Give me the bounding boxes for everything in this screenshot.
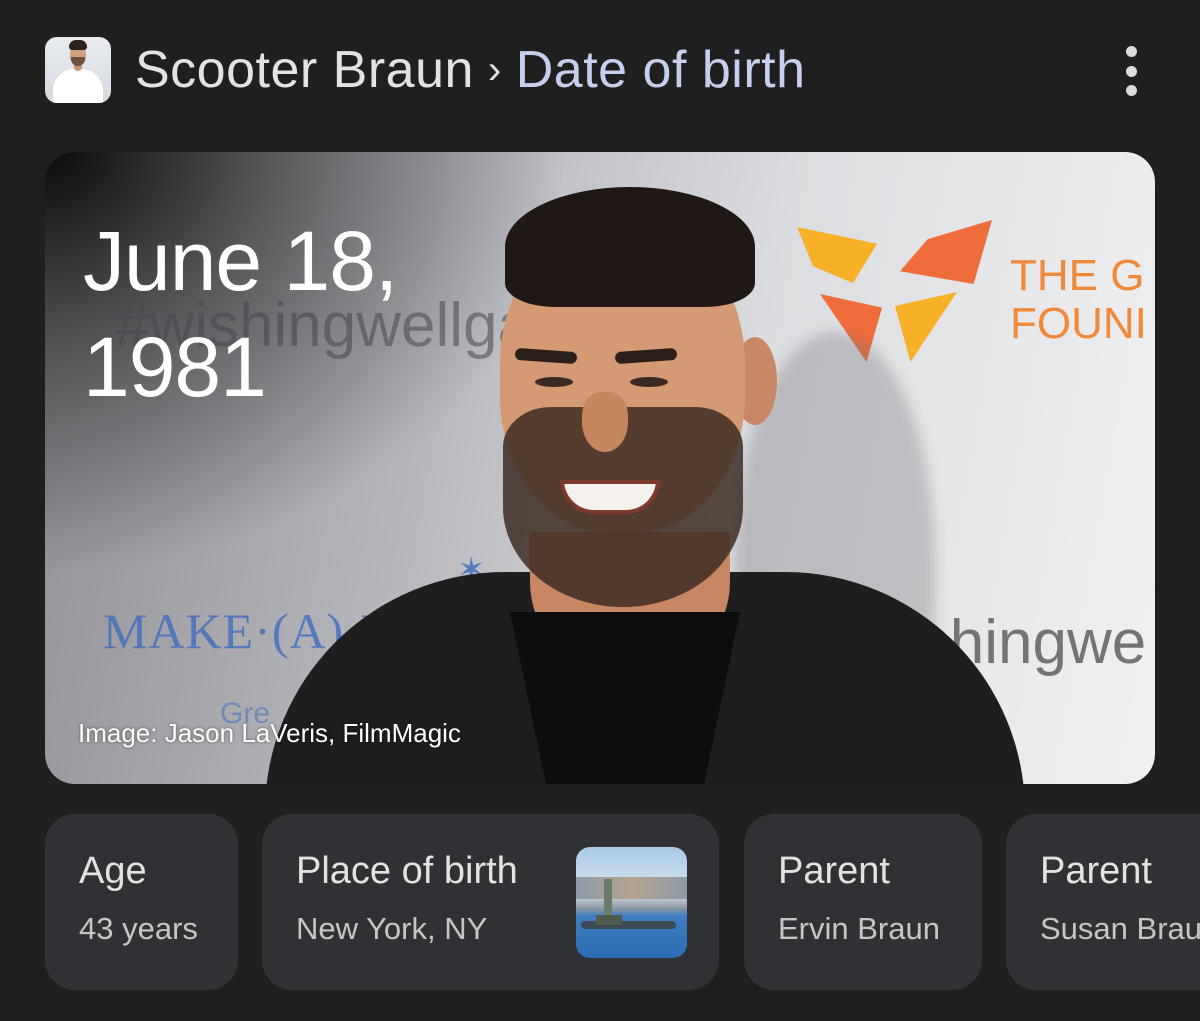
chip-value: Ervin Braun: [778, 911, 940, 946]
person-shirt: [510, 612, 740, 784]
logo-line: THE G: [1010, 251, 1145, 300]
menu-dot: [1125, 85, 1137, 96]
chip-label: Parent: [778, 850, 890, 892]
logo-line: FOUNI: [1010, 299, 1147, 348]
butterfly-logo-wing: [797, 227, 877, 283]
knowledge-header: Scooter Braun › Date of birth: [45, 36, 1170, 104]
person-hair: [505, 187, 755, 307]
entity-name-link[interactable]: Scooter Braun: [135, 41, 474, 99]
chip-parent-ervin[interactable]: Parent Ervin Braun: [744, 814, 982, 990]
avatar-torso: [53, 69, 103, 103]
butterfly-logo-wing: [895, 292, 957, 362]
person-eye: [535, 377, 573, 387]
birth-date-answer: June 18, 1981: [83, 208, 503, 420]
butterfly-logo-wing: [900, 220, 992, 284]
entity-avatar[interactable]: [45, 37, 111, 103]
menu-dot: [1125, 65, 1137, 77]
avatar-beard: [71, 57, 85, 66]
page-title: Scooter Braun › Date of birth: [135, 40, 806, 100]
breadcrumb-separator: ›: [487, 48, 502, 92]
chip-label: Parent: [1040, 850, 1152, 892]
birth-year-line: 1981: [83, 320, 267, 414]
attribute-name: Date of birth: [515, 41, 806, 99]
skyline: [576, 877, 687, 899]
chip-value: 43 years: [79, 911, 198, 946]
person-nose: [582, 392, 628, 452]
new-york-thumbnail: [576, 847, 687, 958]
person-eye: [630, 377, 668, 387]
backdrop-foundation-logo-text: THE G FOUNI: [1010, 252, 1147, 348]
chip-place-of-birth[interactable]: Place of birth New York, NY: [262, 814, 719, 990]
chip-label: Age: [79, 850, 147, 892]
statue-of-liberty-icon: [604, 879, 612, 917]
menu-dot: [1125, 46, 1137, 57]
chip-parent-susan[interactable]: Parent Susan Braun: [1006, 814, 1200, 990]
hero-image-card[interactable]: #wishingwellgal MAKE·(A)·W ✶ Gre THE G F…: [45, 152, 1155, 784]
avatar-hair: [69, 40, 87, 50]
birth-date-line: June 18,: [83, 214, 398, 308]
more-vert-icon[interactable]: [1124, 46, 1138, 96]
image-credit: Image: Jason LaVeris, FilmMagic: [78, 718, 461, 748]
chip-age[interactable]: Age 43 years: [45, 814, 238, 990]
statue-pedestal: [596, 915, 622, 925]
chip-value: Susan Braun: [1040, 911, 1200, 946]
